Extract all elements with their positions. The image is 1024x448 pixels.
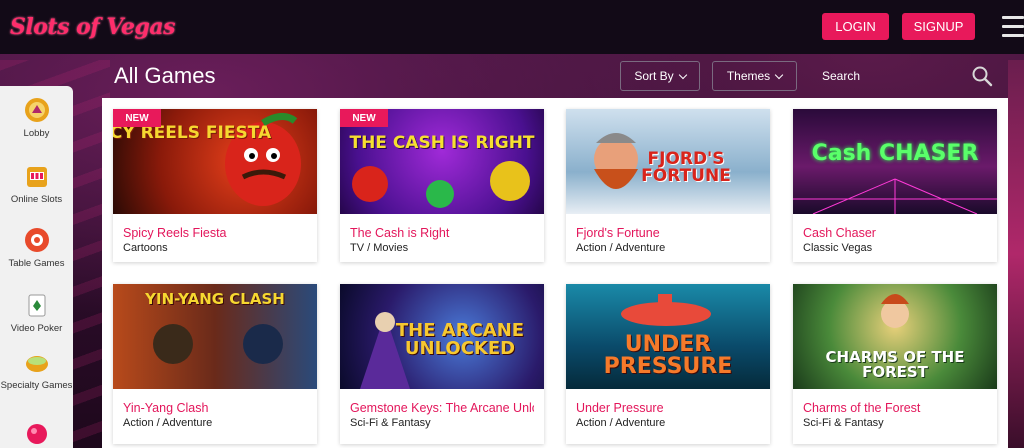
specialty-bowl-icon xyxy=(25,356,48,372)
sidebar-item-label: Video Poker xyxy=(10,323,63,334)
logo[interactable]: Slots of Vegas xyxy=(10,8,176,46)
game-title[interactable]: Spicy Reels Fiesta xyxy=(123,226,307,240)
login-button[interactable]: LOGIN xyxy=(822,13,889,40)
game-category: Sci-Fi & Fantasy xyxy=(350,417,431,429)
roulette-chip-icon xyxy=(24,228,49,252)
sidebar-item-label: Specialty Games xyxy=(0,380,73,391)
background-stripes-right xyxy=(1008,60,1024,448)
new-badge: NEW xyxy=(340,109,388,127)
chevron-down-icon xyxy=(678,70,687,79)
game-title[interactable]: Under Pressure xyxy=(576,401,760,415)
game-category: Cartoons xyxy=(123,242,168,254)
game-art-title: YIN-YANG CLASH xyxy=(145,290,285,308)
themes-label: Themes xyxy=(726,69,771,83)
chevron-down-icon xyxy=(774,70,784,79)
game-art-title: SPICY REELS FIESTA xyxy=(113,123,272,143)
game-card[interactable]: THE CASH IS RIGHT NEW The Cash is Right … xyxy=(340,109,544,262)
game-title[interactable]: Charms of the Forest xyxy=(803,401,987,415)
game-category: Action / Adventure xyxy=(576,242,666,254)
game-title[interactable]: Gemstone Keys: The Arcane Unlocked xyxy=(350,401,534,415)
game-title[interactable]: Cash Chaser xyxy=(803,226,987,240)
game-art-title: THE CASH IS RIGHT xyxy=(349,133,535,153)
game-card[interactable]: SPICY REELS FIESTA NEW Spicy Reels Fiest… xyxy=(113,109,317,262)
logo-text: Slots of Vegas xyxy=(10,14,176,40)
game-category: Action / Adventure xyxy=(123,417,213,429)
game-thumbnail[interactable]: SPICY REELS FIESTA NEW xyxy=(113,109,317,214)
game-thumbnail[interactable]: THE CASH IS RIGHT NEW xyxy=(340,109,544,214)
sidebar-item-more[interactable] xyxy=(0,420,73,448)
slot-machine-icon xyxy=(26,167,47,187)
game-title[interactable]: The Cash is Right xyxy=(350,226,534,240)
game-thumbnail[interactable]: YIN-YANG CLASH xyxy=(113,284,317,389)
game-card[interactable]: THE ARCANE UNLOCKED Gemstone Keys: The A… xyxy=(340,284,544,444)
sidebar-item-label: Lobby xyxy=(23,128,50,139)
game-art-title: FJORD'S FORTUNE xyxy=(641,149,731,186)
game-card[interactable]: Cash CHASER Cash Chaser Classic Vegas xyxy=(793,109,997,262)
game-card[interactable]: YIN-YANG CLASH Yin-Yang Clash Action / A… xyxy=(113,284,317,444)
search-icon[interactable] xyxy=(970,64,994,88)
game-card[interactable]: FJORD'S FORTUNE Fjord's Fortune Action /… xyxy=(566,109,770,262)
themes-dropdown[interactable]: Themes xyxy=(712,61,797,91)
playing-card-icon xyxy=(28,294,45,317)
sidebar: Lobby Online Slots Table Games Video Pok… xyxy=(0,86,73,448)
search-input[interactable] xyxy=(822,62,972,90)
menu-icon[interactable] xyxy=(1002,16,1024,38)
sidebar-item-lobby[interactable]: Lobby xyxy=(0,96,73,160)
game-thumbnail[interactable]: Cash CHASER xyxy=(793,109,997,214)
game-art-title: UNDER PRESSURE xyxy=(603,332,733,379)
game-card[interactable]: UNDER PRESSURE Under Pressure Action / A… xyxy=(566,284,770,444)
sidebar-item-table-games[interactable]: Table Games xyxy=(0,226,73,290)
game-category: Action / Adventure xyxy=(576,417,666,429)
new-badge: NEW xyxy=(113,109,161,127)
sidebar-item-online-slots[interactable]: Online Slots xyxy=(0,162,73,226)
game-art-title: Cash CHASER xyxy=(811,141,979,166)
game-art-title: THE ARCANE UNLOCKED xyxy=(395,320,525,359)
game-title[interactable]: Yin-Yang Clash xyxy=(123,401,307,415)
sort-label: Sort By xyxy=(634,69,674,83)
game-title[interactable]: Fjord's Fortune xyxy=(576,226,760,240)
lobby-icon xyxy=(24,98,49,122)
sidebar-item-specialty-games[interactable]: Specialty Games xyxy=(0,348,73,412)
signup-button[interactable]: SIGNUP xyxy=(902,13,975,40)
game-thumbnail[interactable]: CHARMS OF THE FOREST xyxy=(793,284,997,389)
game-art-title: CHARMS OF THE FOREST xyxy=(825,348,965,381)
sort-dropdown[interactable]: Sort By xyxy=(620,61,700,91)
page-title: All Games xyxy=(114,63,216,88)
game-thumbnail[interactable]: FJORD'S FORTUNE xyxy=(566,109,770,214)
game-category: TV / Movies xyxy=(350,242,409,254)
game-category: Classic Vegas xyxy=(803,242,873,254)
game-thumbnail[interactable]: UNDER PRESSURE xyxy=(566,284,770,389)
gem-icon xyxy=(26,424,47,444)
game-thumbnail[interactable]: THE ARCANE UNLOCKED xyxy=(340,284,544,389)
sidebar-item-label: Online Slots xyxy=(10,194,63,205)
sidebar-item-label: Table Games xyxy=(8,258,65,269)
sidebar-item-video-poker[interactable]: Video Poker xyxy=(0,291,73,355)
game-card[interactable]: CHARMS OF THE FOREST Charms of the Fores… xyxy=(793,284,997,444)
top-bar: Slots of Vegas LOGIN SIGNUP xyxy=(0,0,1024,54)
game-category: Sci-Fi & Fantasy xyxy=(803,417,884,429)
